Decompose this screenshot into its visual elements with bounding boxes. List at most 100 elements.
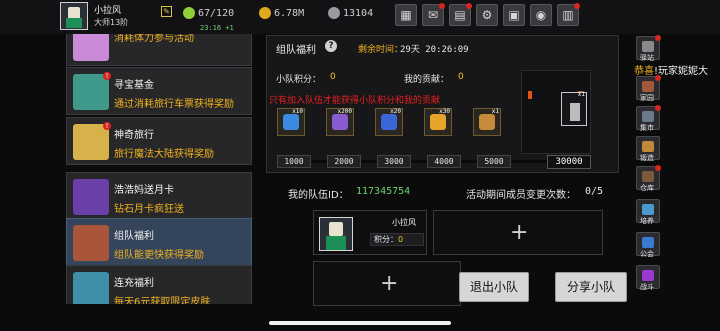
announcement-prefix: 恭喜 (634, 66, 654, 77)
reward-slot[interactable]: x1 (473, 108, 501, 136)
activity-card[interactable]: ! 神奇旅行 旅行魔法大陆获得奖励 (66, 117, 252, 165)
reward-count: x10 (292, 108, 303, 115)
reward-count: x20 (390, 108, 401, 115)
notification-dot (466, 3, 472, 9)
horn-icon (479, 114, 495, 130)
team-points-label: 小队积分： (276, 75, 322, 85)
team-welfare-panel: 组队福利 ? 剩余时间： 29天 20:26:09 小队积分： 0 我的贡献： … (266, 35, 619, 173)
team-id-value: 117345754 (356, 186, 411, 197)
reward-slot[interactable]: x20 (375, 108, 403, 136)
announcement-ticker: 恭喜!玩家妮妮大 (634, 62, 708, 77)
member-score: 积分：0 (370, 233, 424, 246)
help-icon[interactable]: ? (325, 40, 337, 52)
milestone-marker[interactable]: 3000 (377, 155, 411, 168)
notification-dot: ! (103, 72, 111, 80)
nav-label: 战斗 (640, 283, 654, 291)
activity-card[interactable]: 连充福利每天6元获取限定皮肤 (66, 265, 252, 304)
milestone-marker[interactable]: 4000 (427, 155, 461, 168)
share-team-button[interactable]: 分享小队 (555, 272, 627, 302)
nav-label: 仓库 (640, 184, 654, 192)
home-indicator[interactable] (269, 321, 451, 325)
activity-title: 浩浩妈送月卡 (114, 185, 174, 196)
guild-icon (642, 237, 654, 248)
activity-subtitle: 钻石月卡疯狂送 (114, 204, 184, 215)
activity-card[interactable]: ! 寻宝基金通过消耗旅行车票获得奖励 (66, 67, 252, 115)
player-name: 小拉风 (94, 6, 122, 16)
home-icon (642, 81, 654, 92)
member-avatar (319, 217, 353, 251)
team-id-label: 我的队伍ID： (288, 190, 349, 201)
activity-title: 神奇旅行 (114, 130, 154, 141)
torch-icon (528, 91, 532, 99)
nav-label: 培养 (640, 217, 654, 225)
activity-title: 连充福利 (114, 278, 154, 289)
member-changes-label: 活动期间成员变更次数： (466, 190, 576, 201)
player-avatar[interactable] (60, 2, 88, 30)
edit-icon[interactable]: ✎ (161, 6, 172, 17)
activity-subtitle: 通过消耗旅行车票获得奖励 (114, 99, 234, 110)
reward-count: x30 (439, 108, 450, 115)
final-reward-count: x1 (577, 91, 585, 98)
reward-count: x200 (337, 108, 352, 115)
notification-dot (439, 3, 445, 9)
nav-label: 家园 (640, 94, 654, 102)
empty-member-slot[interactable]: + (433, 210, 603, 255)
color-wheel-icon[interactable]: ◉ (530, 4, 552, 26)
shop-icon[interactable]: ▦ (395, 4, 417, 26)
golden-egg-icon (430, 114, 446, 130)
server-clock: 23:16 +1 (200, 24, 234, 32)
knight-figure-icon (570, 103, 580, 121)
activity-subtitle: 每天6元获取限定皮肤 (114, 297, 211, 304)
notification-dot (655, 105, 661, 111)
gift-icon[interactable]: ▣ (503, 4, 525, 26)
announcement-text: !玩家妮妮大 (654, 66, 709, 77)
leave-team-button[interactable]: 退出小队 (459, 272, 529, 302)
stamina-icon (183, 7, 195, 19)
activity-icon (73, 225, 109, 261)
activity-card[interactable]: 消耗体力参与活动 (66, 34, 252, 66)
activity-icon (73, 124, 109, 160)
team-member-slot[interactable]: 小拉风 积分：0 (313, 210, 427, 255)
activity-card[interactable]: 浩浩妈送月卡 钻石月卡疯狂送 (66, 172, 252, 220)
gem-icon (328, 7, 340, 19)
reward-slot[interactable]: x200 (326, 108, 354, 136)
reward-slot[interactable]: x10 (277, 108, 305, 136)
add-member-icon: + (380, 271, 399, 296)
battle-icon (642, 270, 654, 281)
final-reward-slot[interactable]: x1 (561, 91, 587, 126)
activity-icon (73, 74, 109, 110)
magic-book-icon (332, 114, 348, 130)
member-score-value: 0 (398, 235, 404, 244)
activity-icon (73, 34, 109, 61)
train-icon (642, 204, 654, 215)
panel-title: 组队福利 (276, 45, 316, 56)
milestone-marker[interactable]: 2000 (327, 155, 361, 168)
gold-value: 6.78M (274, 8, 305, 19)
gem-value: 13104 (343, 8, 374, 19)
settings-icon[interactable]: ⚙ (476, 4, 498, 26)
reward-count: x1 (491, 108, 499, 115)
milestone-marker[interactable]: 5000 (477, 155, 511, 168)
member-score-label: 积分： (374, 235, 398, 244)
activity-icon (73, 272, 109, 304)
activity-card[interactable]: 组队福利 组队能更快获得奖励 (66, 218, 252, 266)
team-points-value: 0 (330, 72, 336, 82)
activity-subtitle: 组队能更快获得奖励 (114, 250, 204, 261)
activity-list[interactable]: 消耗体力参与活动! 寻宝基金 通过消耗旅行车票获得奖励! 神奇旅行 旅行魔法大陆获得奖励… (61, 34, 253, 304)
notification-dot: ! (103, 122, 111, 130)
nav-label: 锻造 (640, 154, 654, 162)
stamina-value: 67/120 (198, 8, 235, 19)
notification-dot (655, 165, 661, 171)
warning-text: 只有加入队伍才能获得小队积分和我的贡献 (269, 96, 441, 106)
nav-label: 集市 (640, 124, 654, 132)
reward-slot[interactable]: x30 (424, 108, 452, 136)
milestone-marker[interactable]: 1000 (277, 155, 311, 168)
empty-member-slot[interactable]: + (313, 261, 461, 306)
notification-dot (574, 3, 580, 9)
activity-title: 寻宝基金 (114, 80, 154, 91)
my-contrib-value: 0 (458, 72, 464, 82)
final-milestone[interactable]: 30000 (547, 155, 591, 169)
lightning-scroll-icon (283, 114, 299, 130)
forge-icon (642, 141, 654, 152)
station-icon (642, 41, 654, 52)
